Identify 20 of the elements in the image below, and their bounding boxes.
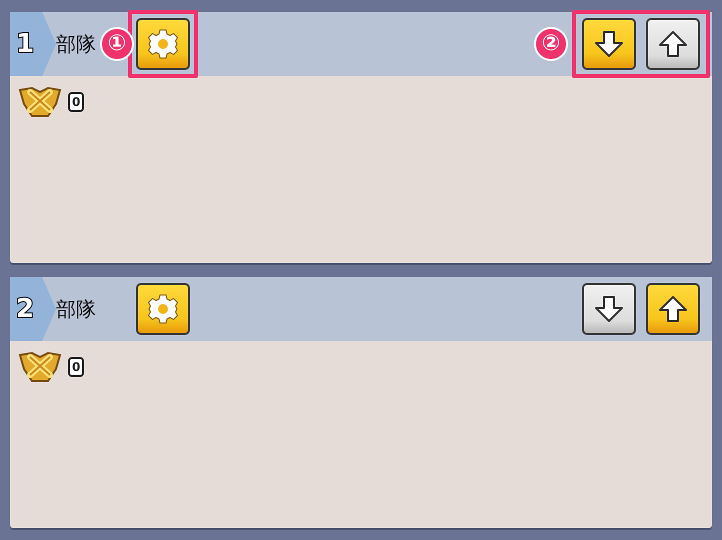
down-arrow-icon: [593, 293, 625, 325]
squad-title: 部隊: [56, 296, 96, 322]
settings-icon: [147, 293, 179, 325]
trophy-badge-icon: [18, 84, 62, 120]
squad-number: 2: [10, 277, 56, 341]
move-up-button[interactable]: [646, 283, 700, 335]
settings-icon: [147, 28, 179, 60]
settings-button[interactable]: [136, 18, 190, 70]
move-down-button[interactable]: [582, 18, 636, 70]
trophy-count: 0: [68, 357, 84, 377]
squad-title: 部隊: [56, 30, 96, 58]
squad-number: 1: [10, 12, 56, 76]
up-arrow-icon: [657, 293, 689, 325]
up-arrow-icon: [657, 28, 689, 60]
settings-button[interactable]: [136, 283, 190, 335]
callout-number: ②: [534, 27, 568, 61]
down-arrow-icon: [593, 28, 625, 60]
trophy-badge-icon: [18, 349, 62, 385]
trophy-count: 0: [68, 92, 84, 112]
callout-number: ①: [100, 27, 134, 61]
